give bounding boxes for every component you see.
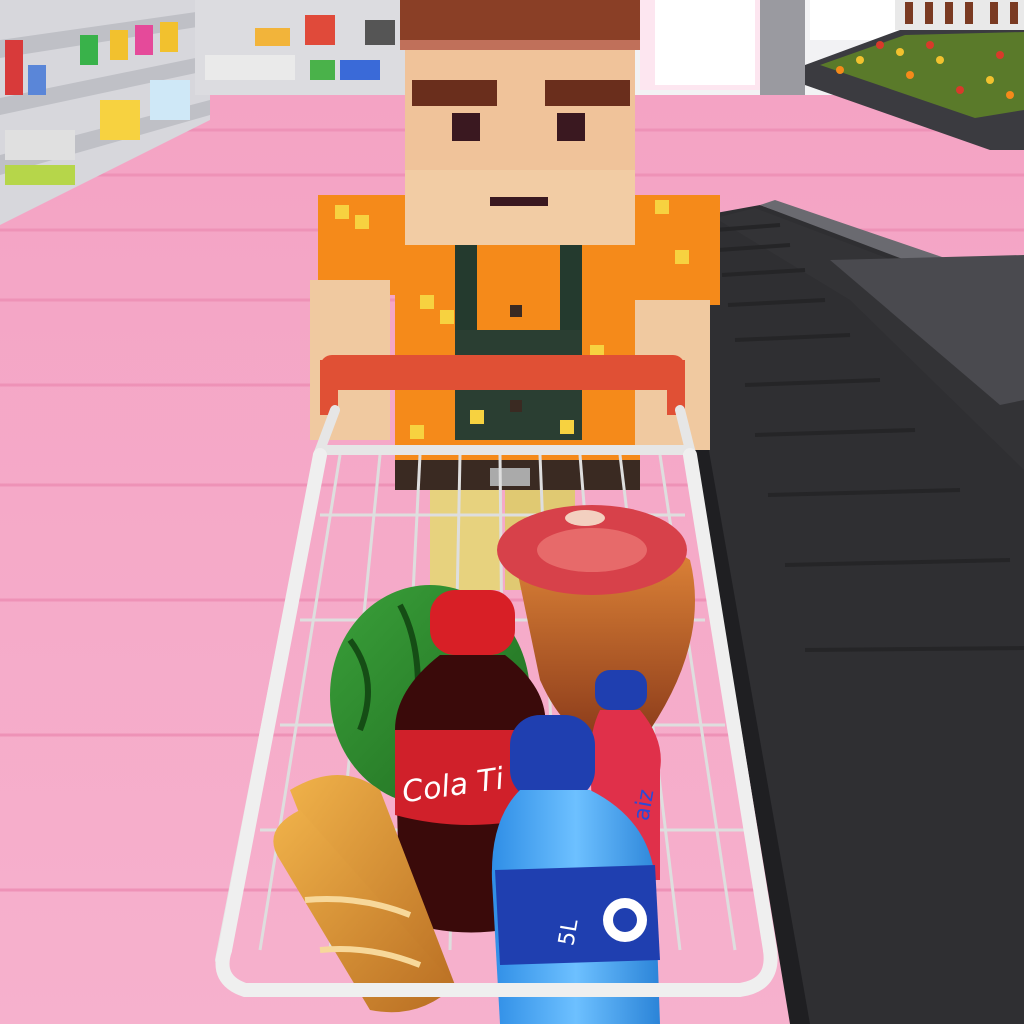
- juice-label-text: aiz: [629, 788, 659, 823]
- game-scene: Cola Ti aiz 5L: [0, 0, 1024, 1024]
- cart-handle: [320, 355, 685, 390]
- back-shelves: [195, 0, 405, 95]
- water-label-text: 5L: [554, 917, 583, 948]
